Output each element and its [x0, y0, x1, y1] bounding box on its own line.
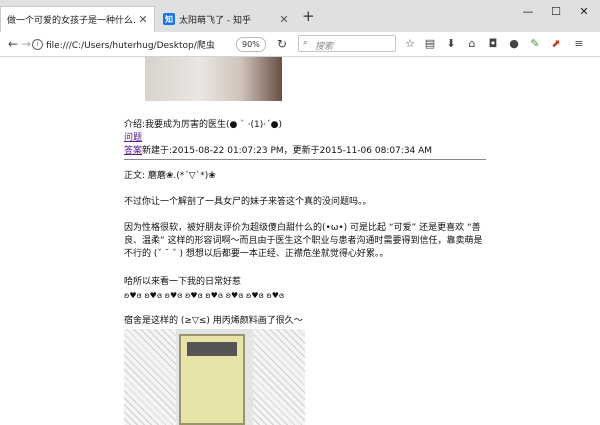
door-window: [187, 342, 237, 356]
body-title: 正文: 蘑蘑❀.(*´▽`*)❀: [124, 171, 216, 181]
search-input[interactable]: ⌕ 搜索: [298, 35, 396, 52]
reload-icon[interactable]: ↻: [273, 35, 291, 53]
nav-toolbar: ← → i file:///C:/Users/huterhug/Desktop/…: [0, 32, 600, 57]
reading-list-icon[interactable]: ▤: [421, 35, 439, 53]
door-image: [179, 334, 245, 425]
bookmark-star-icon[interactable]: ☆: [401, 35, 419, 53]
answer-meta-line: 答案新建于:2015-08-22 01:07:23 PM，更新于2015-11-…: [124, 143, 432, 156]
tab-strip: 做一个可爱的女孩子是一种什么… ✕ 知 太阳萌飞了 - 知乎 ✕ + — ☐ ✕: [0, 0, 600, 32]
wall-doodle-right: [253, 329, 305, 425]
timestamp-text: 新建于:2015-08-22 01:07:23 PM，更新于2015-11-06…: [142, 146, 433, 156]
search-placeholder: 搜索: [315, 42, 334, 52]
extension-icon[interactable]: ●: [505, 35, 523, 53]
paragraph-2: 因为性格很软，被好朋友评价为超级傻白甜什么的(•ω•) 可是比起 “可爱” 还是…: [124, 223, 483, 259]
divider: [124, 159, 486, 160]
new-tab-button[interactable]: +: [302, 9, 315, 24]
close-tab-icon[interactable]: ✕: [136, 13, 150, 26]
pocket-icon[interactable]: ◘: [484, 35, 502, 53]
close-window-icon[interactable]: ✕: [570, 3, 598, 21]
answer-link[interactable]: 答案: [124, 146, 142, 156]
zhihu-favicon-icon: 知: [163, 13, 175, 25]
paragraph-3: 哈所以来看一下我的日常好惹: [124, 277, 242, 287]
maximize-icon[interactable]: ☐: [542, 3, 570, 21]
address-bar[interactable]: file:///C:/Users/huterhug/Desktop/爬虫: [46, 38, 215, 51]
wall-doodle-left: [124, 329, 176, 425]
zoom-level[interactable]: 90%: [236, 37, 266, 52]
tab-title: 做一个可爱的女孩子是一种什么…: [7, 16, 136, 26]
close-tab-icon[interactable]: ✕: [277, 13, 291, 26]
paragraph-5: 宿舍是这样的 (≥▽≤) 用丙烯颜料画了很久～: [124, 316, 303, 326]
intro-text: 介绍:我要成为厉害的医生(● ` ·(1)·´●): [124, 120, 282, 130]
home-icon[interactable]: ⌂: [463, 35, 481, 53]
addon-icon[interactable]: ✎: [526, 35, 544, 53]
pdf-icon[interactable]: ⬈: [547, 35, 565, 53]
page-content: 介绍:我要成为厉害的医生(● ` ·(1)·´●) 问题 答案新建于:2015-…: [0, 57, 600, 425]
info-icon[interactable]: i: [32, 39, 43, 50]
search-icon: ⌕: [303, 38, 309, 48]
tab-title: 太阳萌飞了 - 知乎: [179, 15, 251, 26]
heart-divider: ʚ♥ɞ ʚ♥ɞ ʚ♥ɞ ʚ♥ɞ ʚ♥ɞ ʚ♥ɞ ʚ♥ɞ ʚ♥ɞ: [124, 291, 285, 300]
menu-icon[interactable]: ≡: [570, 35, 588, 53]
dorm-photo: [124, 329, 305, 425]
tab-zhihu[interactable]: 知 太阳萌飞了 - 知乎 ✕: [157, 6, 295, 32]
question-link[interactable]: 问题: [124, 130, 142, 143]
profile-photo: [145, 57, 282, 101]
paragraph-1: 不过你让一个解剖了一具女尸的妹子来答这个真的没问题吗。。: [124, 197, 372, 207]
download-icon[interactable]: ⬇: [442, 35, 460, 53]
minimize-icon[interactable]: —: [514, 3, 542, 21]
tab-active[interactable]: 做一个可爱的女孩子是一种什么… ✕: [0, 6, 155, 32]
